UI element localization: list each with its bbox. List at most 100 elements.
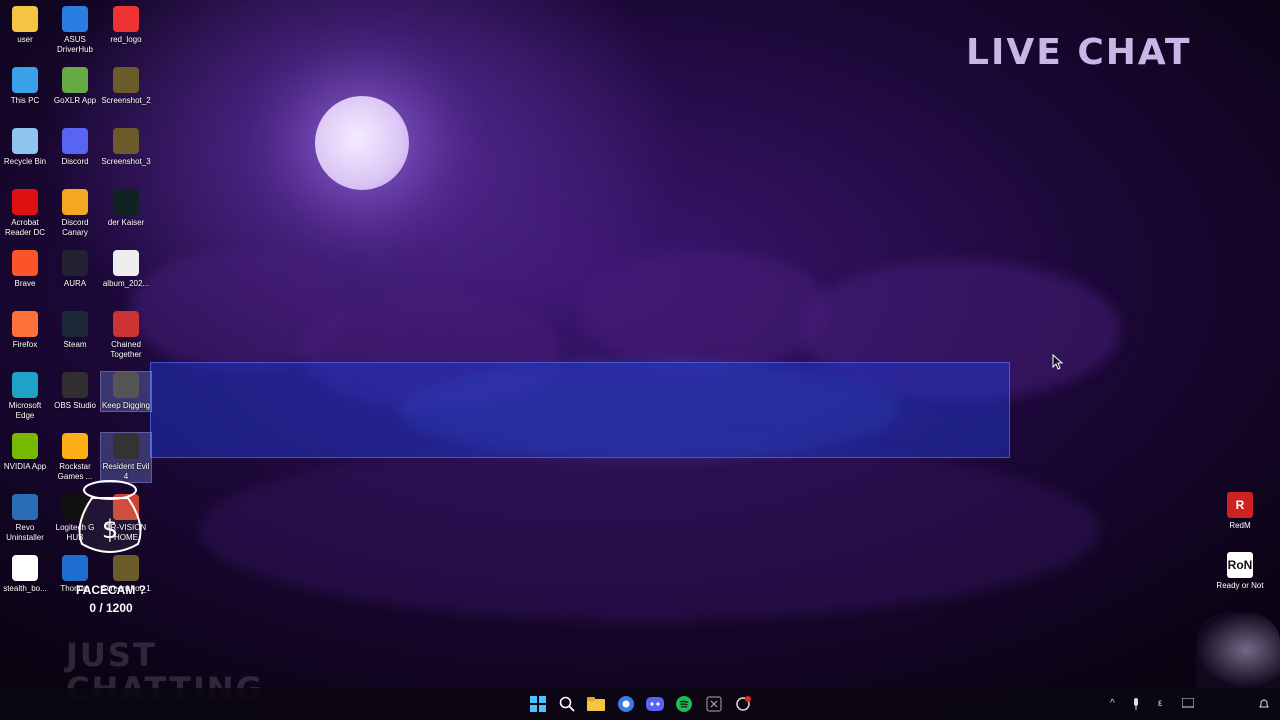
desktop-icon-discord[interactable]: Discord [50, 128, 100, 167]
firefox-icon [12, 311, 38, 337]
ready-or-not-icon: RoN [1227, 552, 1253, 578]
search-icon[interactable] [557, 694, 577, 714]
image-icon [113, 189, 139, 215]
desktop-icon-label: Screenshot_3 [101, 157, 151, 166]
aura-icon [62, 250, 88, 276]
desktop-icon-label: NVIDIA App [3, 462, 47, 471]
obs-icon [62, 372, 88, 398]
desktop-icon-label: stealth_bo... [3, 584, 47, 593]
discord-canary-icon [62, 189, 88, 215]
discord-icon[interactable] [645, 694, 665, 714]
notifications-icon[interactable] [1258, 698, 1270, 713]
desktop-icon-label: Revo Uninstaller [6, 523, 44, 542]
desktop-icon-album-202[interactable]: album_202... [101, 250, 151, 289]
desktop-icon-steam[interactable]: Steam [50, 311, 100, 350]
live-chat-title: LIVE CHAT [966, 32, 1192, 73]
desktop-icon-label: Screenshot_2 [101, 96, 151, 105]
desktop-icon-label: Discord [61, 157, 89, 166]
desktop-icon-label: ASUS DriverHub [56, 35, 93, 54]
file-explorer-icon[interactable] [586, 694, 606, 714]
microphone-icon[interactable] [1132, 698, 1140, 713]
spotify-icon[interactable] [674, 694, 694, 714]
desktop-icon-label: Keep Digging [101, 401, 151, 410]
app-icon [12, 555, 38, 581]
desktop-icon-label: Microsoft Edge [8, 401, 42, 420]
desktop-icon-label: Steam [63, 340, 87, 349]
desktop-icon-asus-driverhub[interactable]: ASUS DriverHub [50, 6, 100, 55]
svg-text:$: $ [102, 515, 119, 545]
desktop-icon-label: RedM [1229, 521, 1251, 530]
desktop-icon-acrobat-reader-dc[interactable]: Acrobat Reader DC [0, 189, 50, 238]
desktop-icon-resident-evil-4[interactable]: Resident Evil 4 [100, 432, 152, 483]
desktop-icon-label: red_logo [110, 35, 142, 44]
money-bag-icon: $ [78, 480, 142, 553]
taskbar: ^ ε [0, 688, 1280, 720]
edge-icon [12, 372, 38, 398]
mouse-cursor-icon [1052, 354, 1064, 370]
desktop-icon-user[interactable]: user [0, 6, 50, 45]
desktop-icon-label: user [17, 35, 33, 44]
gear-icon [62, 6, 88, 32]
steam-icon [62, 311, 88, 337]
desktop-icon-microsoft-edge[interactable]: Microsoft Edge [0, 372, 50, 421]
redm-icon: R [1227, 492, 1253, 518]
selection-rectangle [150, 362, 1010, 458]
image-icon [113, 6, 139, 32]
desktop-icon-aura[interactable]: AURA [50, 250, 100, 289]
game-icon [113, 433, 139, 459]
app-icon[interactable] [733, 694, 753, 714]
language-indicator[interactable]: ε [1158, 698, 1162, 709]
desktop-icon-this-pc[interactable]: This PC [0, 67, 50, 106]
windows-start-icon[interactable] [528, 694, 548, 714]
network-icon[interactable] [1181, 697, 1195, 713]
desktop-icon-obs-studio[interactable]: OBS Studio [50, 372, 100, 411]
monitor-icon [12, 67, 38, 93]
pdf-icon [12, 189, 38, 215]
revo-icon [12, 494, 38, 520]
chrome-icon[interactable] [616, 694, 636, 714]
desktop-icon-label: Brave [14, 279, 36, 288]
desktop-icon-label: Acrobat Reader DC [4, 218, 45, 237]
desktop-icon-goxlr-app[interactable]: GoXLR App [50, 67, 100, 106]
facecam-goal: FACECAM ? 0 / 1200 [75, 583, 147, 615]
desktop-icon-rockstar-games[interactable]: Rockstar Games ... [50, 433, 100, 482]
desktop-icon-screenshot-3[interactable]: Screenshot_3 [101, 128, 151, 167]
folder-icon [12, 6, 38, 32]
desktop-icon-red-logo[interactable]: red_logo [101, 6, 151, 45]
image-icon [113, 67, 139, 93]
desktop-icon-label: This PC [10, 96, 40, 105]
excel-icon[interactable] [704, 694, 724, 714]
desktop-icon-screenshot-2[interactable]: Screenshot_2 [101, 67, 151, 106]
desktop-icon-label: GoXLR App [53, 96, 97, 105]
desktop-icon-discord-canary[interactable]: Discord Canary [50, 189, 100, 238]
desktop-icon-recycle-bin[interactable]: Recycle Bin [0, 128, 50, 167]
desktop-icon-der-kaiser[interactable]: der Kaiser [101, 189, 151, 228]
recycle-bin-icon [12, 128, 38, 154]
desktop-icon-label: Discord Canary [61, 218, 89, 237]
image-icon [113, 128, 139, 154]
app-icon [62, 67, 88, 93]
desktop-icon-redm[interactable]: R RedM [1210, 492, 1270, 530]
facecam-label: FACECAM ? [76, 583, 146, 597]
desktop-icon-label: Chained Together [110, 340, 142, 359]
desktop-icon-nvidia-app[interactable]: NVIDIA App [0, 433, 50, 472]
game-icon [113, 311, 139, 337]
webcam-mascot [1196, 612, 1280, 688]
desktop-icon-brave[interactable]: Brave [0, 250, 50, 289]
desktop-icon-stealth-bo[interactable]: stealth_bo... [0, 555, 50, 594]
facecam-count: 0 / 1200 [89, 601, 133, 615]
desktop-icon-label: Recycle Bin [3, 157, 47, 166]
image-icon [113, 250, 139, 276]
brave-icon [12, 250, 38, 276]
desktop-icon-keep-digging[interactable]: Keep Digging [100, 371, 152, 412]
desktop-icon-label: album_202... [102, 279, 150, 288]
desktop-icon-firefox[interactable]: Firefox [0, 311, 50, 350]
desktop-icon-revo-uninstaller[interactable]: Revo Uninstaller [0, 494, 50, 543]
desktop-icon-label: der Kaiser [107, 218, 145, 227]
desktop-icon-chained-together[interactable]: Chained Together [101, 311, 151, 360]
chevron-up-icon[interactable]: ^ [1110, 698, 1115, 709]
desktop-icon-label: Firefox [12, 340, 38, 349]
desktop-icon-ready-or-not[interactable]: RoN Ready or Not [1210, 552, 1270, 590]
desktop-icon-label: Ready or Not [1216, 581, 1264, 590]
desktop-icon-label: OBS Studio [54, 401, 96, 410]
